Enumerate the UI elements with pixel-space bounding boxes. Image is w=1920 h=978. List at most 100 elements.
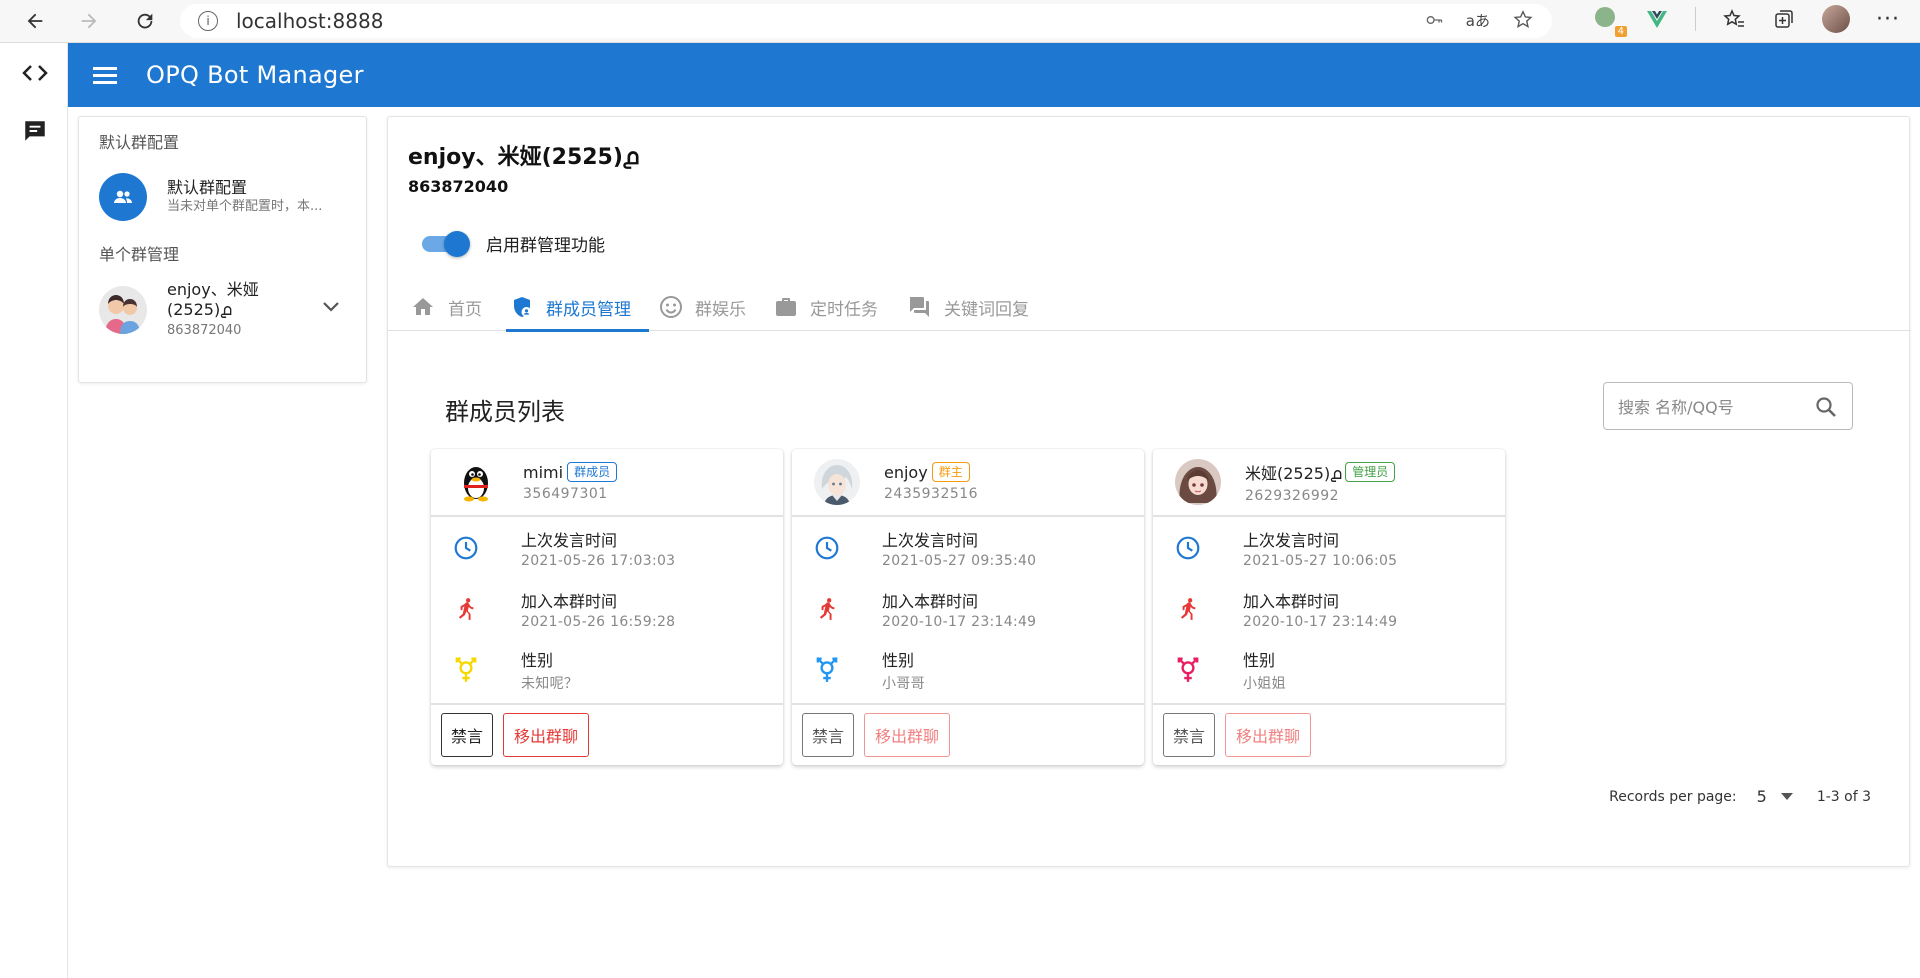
member-card-header: mimi 群成员 356497301 bbox=[431, 449, 783, 517]
tab-entertainment[interactable]: 群娱乐 bbox=[655, 283, 764, 331]
search-icon[interactable] bbox=[1814, 395, 1838, 419]
default-config-subtitle: 当未对单个群配置时，本... bbox=[167, 199, 323, 214]
anime-boy-avatar bbox=[814, 459, 860, 505]
gender-label: 性别 bbox=[521, 650, 554, 670]
app-title: OPQ Bot Manager bbox=[146, 61, 364, 89]
last-message-value: 2021-05-27 09:35:40 bbox=[882, 552, 1037, 569]
joined-row: 加入本群时间 2020-10-17 23:14:49 bbox=[1153, 578, 1505, 639]
chevron-down-icon[interactable] bbox=[322, 301, 340, 313]
default-config-subheader: 默认群配置 bbox=[99, 133, 180, 152]
extension-icon[interactable]: 4 bbox=[1595, 7, 1628, 37]
shield-account-icon bbox=[514, 297, 532, 317]
smiley-icon bbox=[660, 296, 682, 318]
run-icon bbox=[458, 597, 474, 620]
dropdown-arrow-icon bbox=[1780, 792, 1793, 800]
app-bar: OPQ Bot Manager bbox=[68, 43, 1920, 107]
gender-value: 小哥哥 bbox=[882, 675, 925, 692]
role-badge: 群成员 bbox=[567, 462, 618, 482]
forward-button[interactable] bbox=[74, 6, 104, 36]
switch-thumb[interactable] bbox=[444, 230, 470, 257]
read-aloud-icon[interactable]: aあ bbox=[1466, 10, 1490, 31]
member-card: enjoy 群主 2435932516 上次发言时间 2021-05-27 09:… bbox=[792, 449, 1144, 765]
gender-row: 性别 小哥哥 bbox=[792, 639, 1144, 700]
browser-toolbar: i localhost:8888 aあ 4 ··· bbox=[0, 0, 1920, 43]
mute-button[interactable]: 禁言 bbox=[802, 713, 854, 757]
kick-button[interactable]: 移出群聊 bbox=[864, 713, 950, 757]
group-id: 863872040 bbox=[408, 177, 509, 196]
profile-avatar[interactable] bbox=[1822, 5, 1851, 33]
member-card-actions: 禁言 移出群聊 bbox=[792, 703, 1144, 765]
search-placeholder: 搜索 名称/QQ号 bbox=[1618, 398, 1734, 417]
last-message-label: 上次发言时间 bbox=[1243, 530, 1340, 550]
mute-button[interactable]: 禁言 bbox=[441, 713, 493, 757]
joined-row: 加入本群时间 2021-05-26 16:59:28 bbox=[431, 578, 783, 639]
records-per-page-value: 5 bbox=[1756, 787, 1767, 806]
group-item[interactable]: enjoy、米娅(2525)൧ 863872040 bbox=[79, 269, 366, 351]
toolbar-divider bbox=[1695, 7, 1697, 31]
group-detail-panel: enjoy、米娅(2525)൧ 863872040 启用群管理功能 首页 群成员… bbox=[387, 116, 1911, 867]
member-name: enjoy bbox=[884, 462, 928, 482]
clock-icon bbox=[815, 536, 839, 559]
records-per-page-select[interactable]: 5 bbox=[1757, 787, 1793, 806]
tab-scheduled-tasks-label: 定时任务 bbox=[810, 299, 878, 320]
tab-keyword-reply[interactable]: 关键词回复 bbox=[902, 283, 1047, 331]
switch-track[interactable] bbox=[422, 230, 470, 257]
gender-male-icon bbox=[816, 657, 838, 682]
joined-value: 2020-10-17 23:14:49 bbox=[1243, 613, 1398, 630]
joined-value: 2020-10-17 23:14:49 bbox=[882, 613, 1037, 630]
page-range: 1-3 of 3 bbox=[1816, 788, 1871, 805]
key-icon[interactable] bbox=[1424, 10, 1444, 30]
last-message-row: 上次发言时间 2021-05-26 17:03:03 bbox=[431, 517, 783, 578]
reload-button[interactable] bbox=[130, 6, 160, 36]
tab-entertainment-label: 群娱乐 bbox=[695, 299, 746, 320]
tab-member-management[interactable]: 群成员管理 bbox=[506, 283, 649, 332]
address-bar[interactable]: i localhost:8888 aあ bbox=[180, 4, 1552, 38]
gender-label: 性别 bbox=[1243, 650, 1276, 670]
gender-row: 性别 小姐姐 bbox=[1153, 639, 1505, 700]
collections-icon[interactable] bbox=[1772, 7, 1796, 31]
member-search-input[interactable]: 搜索 名称/QQ号 bbox=[1603, 382, 1853, 430]
site-info-icon[interactable]: i bbox=[198, 11, 218, 31]
member-qq: 356497301 bbox=[523, 486, 608, 502]
member-card-actions: 禁言 移出群聊 bbox=[431, 703, 783, 765]
tab-bar: 首页 群成员管理 群娱乐 定时任务 关键词回复 bbox=[388, 283, 1911, 332]
hamburger-menu-icon[interactable] bbox=[90, 65, 122, 85]
tab-scheduled-tasks[interactable]: 定时任务 bbox=[770, 283, 896, 331]
joined-row: 加入本群时间 2020-10-17 23:14:49 bbox=[792, 578, 1144, 639]
favorites-icon[interactable] bbox=[1722, 7, 1746, 31]
gender-unknown-icon bbox=[455, 657, 477, 682]
clock-icon bbox=[1176, 536, 1200, 559]
last-message-row: 上次发言时间 2021-05-27 10:06:05 bbox=[1153, 517, 1505, 578]
browser-side-rail bbox=[0, 43, 68, 978]
default-config-item[interactable]: 默认群配置 当未对单个群配置时，本... bbox=[79, 157, 366, 237]
tab-home[interactable]: 首页 bbox=[406, 283, 500, 331]
joined-label: 加入本群时间 bbox=[882, 591, 979, 611]
group-nav-panel: 默认群配置 默认群配置 当未对单个群配置时，本... 单个群管理 enjoy、米… bbox=[78, 116, 367, 383]
role-badge: 群主 bbox=[931, 462, 970, 482]
back-arrow-icon bbox=[27, 13, 43, 29]
groups-subheader: 单个群管理 bbox=[99, 245, 180, 264]
member-card-actions: 禁言 移出群聊 bbox=[1153, 703, 1505, 765]
gender-female-icon bbox=[1177, 657, 1199, 682]
run-icon bbox=[819, 597, 835, 620]
run-icon bbox=[1180, 597, 1196, 620]
back-button[interactable] bbox=[20, 6, 50, 36]
role-badge: 管理员 bbox=[1345, 462, 1396, 482]
mute-button[interactable]: 禁言 bbox=[1163, 713, 1215, 757]
joined-value: 2021-05-26 16:59:28 bbox=[521, 613, 676, 630]
add-favorite-icon[interactable] bbox=[1512, 9, 1534, 31]
more-options-icon[interactable]: ··· bbox=[1876, 7, 1900, 32]
kick-button[interactable]: 移出群聊 bbox=[1225, 713, 1311, 757]
member-card-header: 米娅(2525)൧ 管理员 2629326992 bbox=[1153, 449, 1505, 517]
records-per-page-label: Records per page: bbox=[1609, 788, 1737, 805]
pagination-footer: Records per page: 5 1-3 of 3 bbox=[1609, 787, 1871, 806]
enable-management-switch[interactable]: 启用群管理功能 bbox=[422, 230, 605, 257]
gender-value: 小姐姐 bbox=[1243, 675, 1286, 692]
chat-icon[interactable] bbox=[22, 118, 48, 144]
tab-home-label: 首页 bbox=[448, 299, 482, 320]
kick-button[interactable]: 移出群聊 bbox=[503, 713, 589, 757]
code-icon[interactable] bbox=[22, 63, 48, 83]
member-name: 米娅(2525)൧ bbox=[1245, 464, 1342, 483]
gender-value: 未知呢？ bbox=[521, 675, 579, 692]
vue-devtools-icon[interactable] bbox=[1645, 7, 1669, 31]
